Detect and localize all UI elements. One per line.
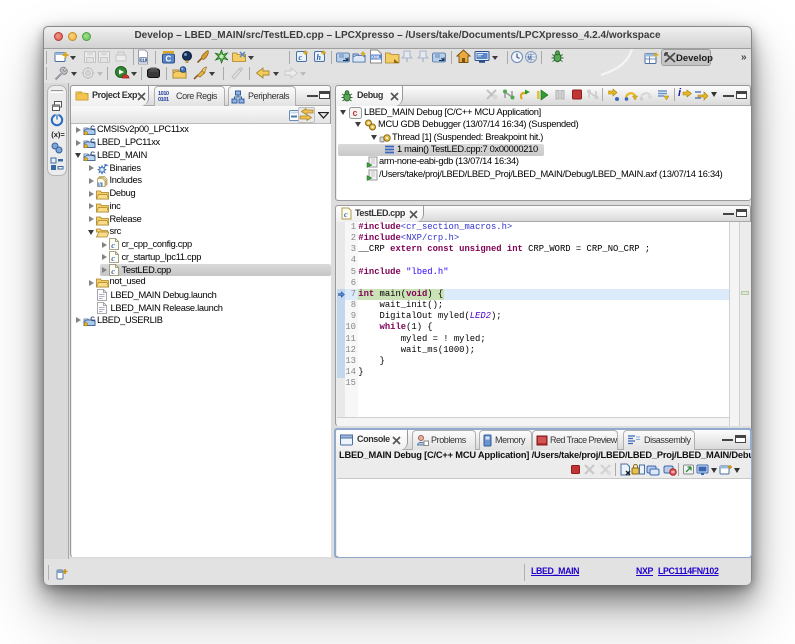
svg-text:XML: XML xyxy=(371,55,381,61)
svg-text:010: 010 xyxy=(140,57,148,62)
svg-text:M: M xyxy=(528,56,532,62)
svg-text:h: h xyxy=(317,53,322,62)
svg-text:c: c xyxy=(353,108,358,118)
svg-text:C: C xyxy=(166,55,172,64)
svg-text:c: c xyxy=(299,53,303,62)
